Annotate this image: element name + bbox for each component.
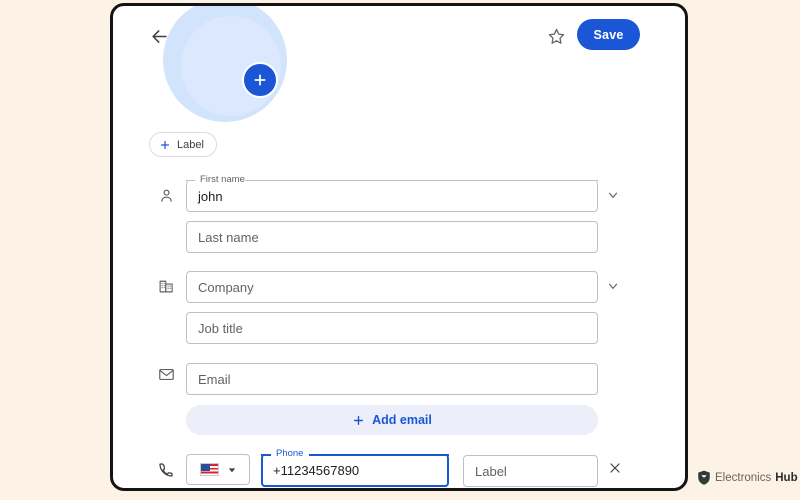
watermark: Electronics Hub — [697, 470, 798, 485]
watermark-text-bold: Hub — [775, 471, 798, 484]
first-name-input[interactable]: First name john — [186, 174, 598, 212]
building-icon — [155, 274, 177, 296]
email-input[interactable]: Email — [186, 363, 598, 395]
shield-logo-icon — [697, 470, 711, 485]
envelope-icon — [155, 363, 177, 385]
job-title-placeholder: Job title — [198, 320, 243, 336]
phone-label-input[interactable]: Label — [463, 455, 598, 487]
watermark-text-light: Electronics — [715, 471, 772, 484]
us-flag-icon — [200, 463, 219, 476]
person-icon — [155, 184, 177, 206]
company-placeholder: Company — [198, 279, 254, 295]
last-name-input[interactable]: Last name — [186, 221, 598, 253]
job-title-input[interactable]: Job title — [186, 312, 598, 344]
phone-label-placeholder: Label — [475, 463, 507, 479]
add-photo-button[interactable] — [242, 62, 278, 98]
save-button[interactable]: Save — [577, 19, 640, 50]
chevron-down-icon-name[interactable] — [602, 184, 624, 206]
add-email-button[interactable]: Add email — [186, 405, 598, 435]
phone-label: Phone — [272, 448, 308, 460]
add-label-chip-text: Label — [177, 138, 204, 151]
add-label-chip[interactable]: Label — [149, 132, 217, 157]
company-input[interactable]: Company — [186, 271, 598, 303]
first-name-value: john — [198, 188, 223, 204]
avatar — [163, 6, 287, 122]
caret-down-icon — [228, 466, 236, 474]
close-icon[interactable] — [604, 457, 626, 479]
last-name-placeholder: Last name — [198, 229, 259, 245]
phone-value: +11234567890 — [273, 463, 360, 478]
plus-icon-add-email — [352, 414, 365, 427]
star-outline-icon[interactable] — [543, 23, 569, 49]
chevron-down-icon-company[interactable] — [602, 275, 624, 297]
phone-icon — [155, 459, 177, 481]
plus-icon — [159, 139, 171, 151]
country-code-select[interactable] — [186, 454, 250, 485]
contact-editor-card: Save Label First name john Last name Com… — [110, 3, 688, 491]
first-name-label: First name — [196, 174, 249, 186]
add-email-label: Add email — [372, 413, 432, 427]
email-placeholder: Email — [198, 371, 231, 387]
phone-input[interactable]: Phone +11234567890 — [261, 448, 449, 487]
